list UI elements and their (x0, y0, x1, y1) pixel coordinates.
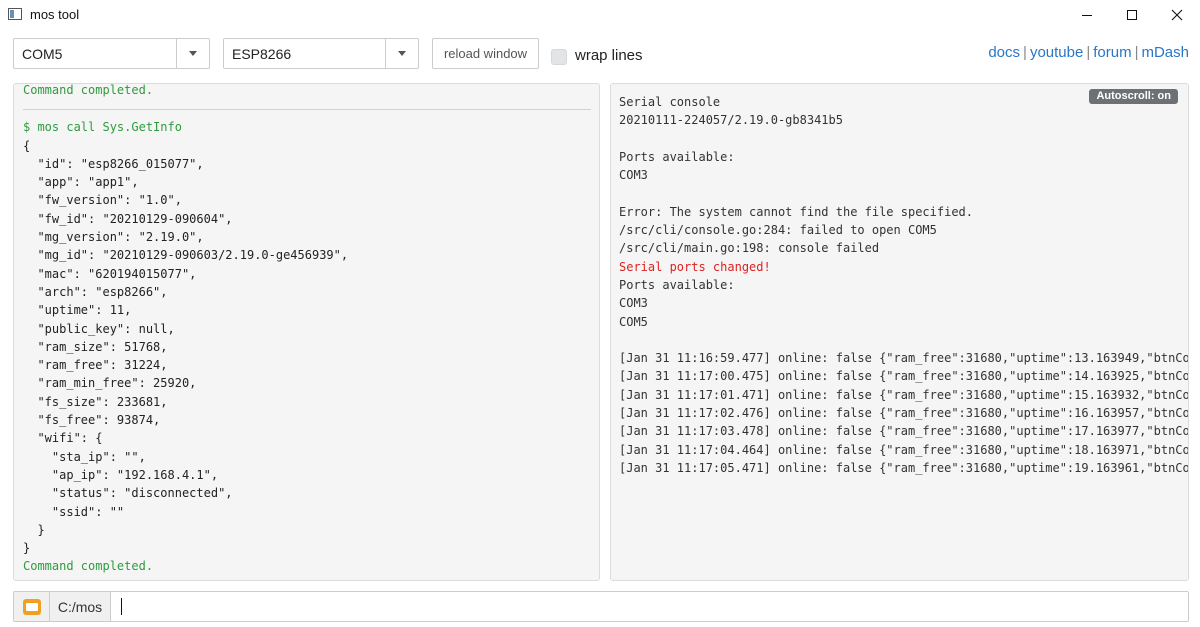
console-line: [Jan 31 11:16:59.477] online: false {"ra… (619, 351, 1189, 366)
app-icon (8, 8, 22, 20)
command-line: $ mos call Sys.GetInfo (23, 120, 182, 135)
forum-link[interactable]: forum (1093, 44, 1131, 61)
console-line: Ports available: (619, 149, 735, 164)
output-line: "fw_version": "1.0", (23, 193, 182, 208)
console-line: [Jan 31 11:17:00.475] online: false {"ra… (619, 369, 1189, 384)
console-line: 20210111-224057/2.19.0-gb8341b5 (619, 113, 843, 128)
output-line: "uptime": 11, (23, 303, 132, 318)
output-line: "public_key": null, (23, 321, 175, 336)
output-line: } (23, 522, 45, 537)
current-directory: C:/mos (50, 592, 111, 621)
command-status-top: Command completed. (23, 83, 154, 97)
console-line: COM5 (619, 314, 648, 329)
output-line: "ram_free": 31224, (23, 358, 168, 373)
maximize-button[interactable] (1109, 0, 1155, 30)
board-select-value: ESP8266 (232, 46, 292, 62)
console-line: [Jan 31 11:17:04.464] online: false {"ra… (619, 442, 1189, 457)
output-line: "fw_id": "20210129-090604", (23, 211, 233, 226)
minimize-icon (1082, 14, 1092, 16)
console-line: [Jan 31 11:17:05.471] online: false {"ra… (619, 460, 1189, 475)
port-select-value: COM5 (22, 46, 63, 62)
youtube-link[interactable]: youtube (1030, 44, 1083, 61)
autoscroll-badge[interactable]: Autoscroll: on (1089, 89, 1178, 104)
output-line: "status": "disconnected", (23, 486, 233, 501)
reload-window-button[interactable]: reload window (432, 38, 539, 69)
folder-icon (22, 598, 41, 615)
output-line: "mg_version": "2.19.0", (23, 230, 204, 245)
console-line: Ports available: (619, 277, 735, 292)
header-links: docs | youtube | forum | mDash (988, 44, 1189, 61)
console-line: COM3 (619, 168, 648, 183)
link-separator: | (1023, 44, 1027, 61)
output-line: "ssid": "" (23, 504, 125, 519)
console-line: [Jan 31 11:17:02.476] online: false {"ra… (619, 406, 1189, 421)
console-line: Error: The system cannot find the file s… (619, 204, 974, 219)
console-line: [Jan 31 11:17:03.478] online: false {"ra… (619, 424, 1189, 439)
command-bar: C:/mos (13, 591, 1189, 622)
output-line: "id": "esp8266_015077", (23, 156, 204, 171)
output-line: "ram_min_free": 25920, (23, 376, 197, 391)
output-line: } (23, 541, 31, 556)
console-line: Serial ports changed! (619, 259, 771, 274)
output-line: "app": "app1", (23, 175, 139, 190)
output-line: "ap_ip": "192.168.4.1", (23, 467, 219, 482)
close-button[interactable] (1154, 0, 1200, 30)
minimize-button[interactable] (1064, 0, 1110, 30)
command-status-bottom: Command completed. (23, 559, 154, 574)
maximize-icon (1127, 10, 1137, 20)
link-separator: | (1134, 44, 1139, 61)
port-select[interactable]: COM5 (13, 38, 210, 69)
text-caret (121, 598, 122, 615)
output-line: "arch": "esp8266", (23, 284, 168, 299)
wrap-lines-label[interactable]: wrap lines (575, 47, 643, 64)
chevron-down-icon[interactable] (385, 39, 418, 68)
command-output-panel[interactable]: Command completed. $ mos call Sys.GetInf… (13, 83, 600, 581)
output-line: { (23, 138, 31, 153)
console-line: /src/cli/console.go:284: failed to open … (619, 223, 937, 238)
folder-button[interactable] (14, 592, 50, 621)
output-line: "fs_free": 93874, (23, 413, 161, 428)
docs-link[interactable]: docs (988, 44, 1020, 61)
link-separator: | (1086, 44, 1091, 61)
serial-console-lines: Serial console 20210111-224057/2.19.0-gb8… (619, 93, 1188, 477)
title-bar: mos tool (0, 0, 1200, 30)
console-line: /src/cli/main.go:198: console failed (619, 241, 880, 256)
output-line: "mg_id": "20210129-090603/2.19.0-ge45693… (23, 248, 349, 263)
output-line: "wifi": { (23, 431, 103, 446)
serial-console-panel[interactable]: Serial console 20210111-224057/2.19.0-gb8… (610, 83, 1189, 581)
close-icon (1171, 9, 1183, 21)
command-input[interactable] (114, 593, 1184, 620)
output-divider (23, 109, 591, 111)
board-select[interactable]: ESP8266 (223, 38, 419, 69)
wrap-lines-checkbox[interactable] (551, 49, 567, 65)
console-line: [Jan 31 11:17:01.471] online: false {"ra… (619, 387, 1189, 402)
chevron-down-icon[interactable] (176, 39, 209, 68)
output-line: "mac": "620194015077", (23, 266, 197, 281)
window-title: mos tool (30, 7, 80, 22)
mdash-link[interactable]: mDash (1141, 44, 1189, 61)
output-line: "fs_size": 233681, (23, 394, 168, 409)
console-line: COM3 (619, 296, 648, 311)
command-output-lines: { "id": "esp8266_015077", "app": "app1",… (23, 137, 591, 558)
output-line: "sta_ip": "", (23, 449, 146, 464)
output-line: "ram_size": 51768, (23, 339, 168, 354)
